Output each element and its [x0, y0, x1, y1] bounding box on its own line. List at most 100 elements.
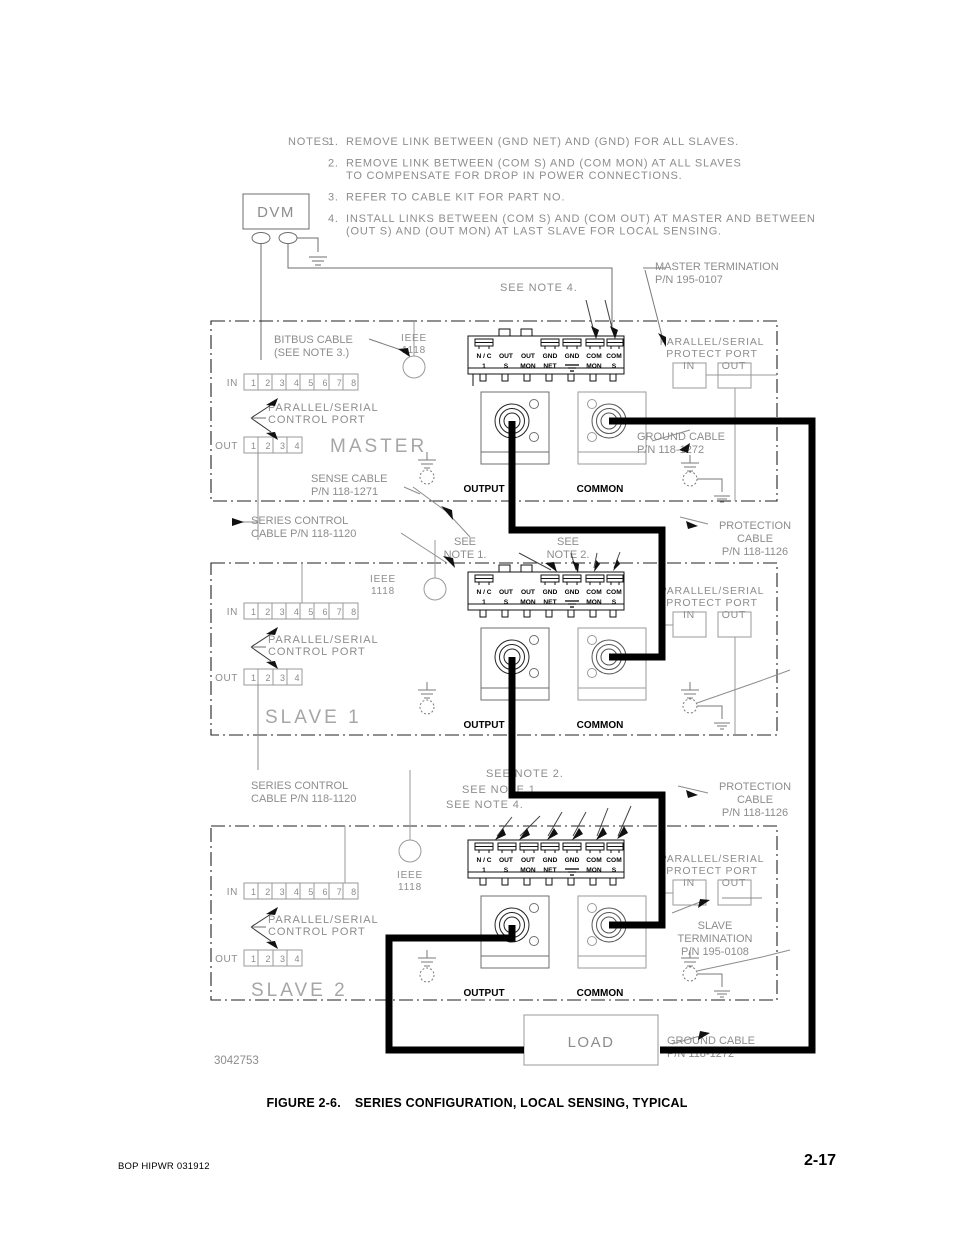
series-control-cable-callout: SERIES CONTROL — [251, 780, 348, 792]
master-out-pin: 3 — [280, 441, 285, 451]
slave2-out-pin: 3 — [280, 954, 285, 964]
sense-cable-callout: SENSE CABLE — [311, 473, 387, 485]
note-line: REMOVE LINK BETWEEN (COM S) AND (COM MON… — [346, 158, 742, 170]
series-control-cable-callout: CABLE P/N 118-1120 — [251, 793, 356, 805]
bitbus-cable-callout: BITBUS CABLE — [274, 334, 353, 346]
slave2-output-label: OUTPUT — [463, 988, 504, 999]
dvm-label: DVM — [257, 204, 295, 221]
slave2-terminal-top-label: GND — [543, 857, 558, 864]
slave1-in-pin: 5 — [308, 607, 313, 617]
master-terminal-bottom-label: MON — [586, 363, 602, 370]
protection-cable-callout: CABLE — [737, 533, 773, 545]
slave1-terminal-bottom-label: S — [504, 599, 509, 606]
note-number: 3. — [328, 192, 339, 204]
slave2-in-pin: 4 — [294, 887, 299, 897]
slave2-control-port-label: CONTROL PORT — [268, 926, 366, 938]
slave2-terminal-bottom-label: NET — [543, 867, 556, 874]
master-in-pin: 8 — [351, 378, 356, 388]
slave1-terminal-strip — [467, 551, 625, 618]
slave1-terminal-top-label: OUT — [521, 589, 535, 596]
slave2-in-pin: 3 — [280, 887, 285, 897]
see-note-2-callout: NOTE 2. — [547, 549, 590, 561]
see-note-4-callout: SEE NOTE 4. — [500, 282, 578, 294]
master-terminal-top-label: OUT — [499, 353, 513, 360]
slave1-in-pin: 4 — [294, 607, 299, 617]
slave2-terminal-top-label: GND — [565, 857, 580, 864]
slave1-ieee-label: 1118 — [371, 586, 395, 597]
slave1-terminal-top-label: GND — [565, 589, 580, 596]
slave1-in-pin: 1 — [251, 607, 256, 617]
slave2-terminal-top-label: COM — [606, 857, 622, 864]
protection-cable-callout: CABLE — [737, 794, 773, 806]
slave-termination-callout: TERMINATION — [678, 933, 753, 945]
master-terminal-top-label: N / C — [476, 353, 491, 360]
slave2-terminal-bottom-label: MON — [520, 867, 536, 874]
master-unit-name: MASTER — [330, 436, 427, 457]
slave1-terminal-top-label: OUT — [499, 589, 513, 596]
slave-termination-callout: SLAVE — [698, 920, 733, 932]
slave2-unit-name: SLAVE 2 — [251, 980, 348, 1001]
slave2-terminal-top-label: OUT — [521, 857, 535, 864]
slave2-terminal-top-label: OUT — [499, 857, 513, 864]
slave2-out-pin: 4 — [295, 954, 300, 964]
master-protect-port-label: PROTECT PORT — [666, 348, 757, 360]
slave1-out-pin: 4 — [295, 673, 300, 683]
slave1-control-port-label: CONTROL PORT — [268, 646, 366, 658]
figure-number: FIGURE 2-6. — [266, 1096, 341, 1110]
slave1-terminal-top-label: N / C — [476, 589, 491, 596]
slave1-terminal-bottom-label: S — [612, 599, 617, 606]
master-terminal-bottom-label: S — [612, 363, 617, 370]
slave1-in-pin: 8 — [351, 607, 356, 617]
load-label: LOAD — [568, 1034, 615, 1051]
slave1-ieee-label: IEEE — [370, 574, 396, 585]
figure-caption: FIGURE 2-6. SERIES CONFIGURATION, LOCAL S… — [0, 1096, 954, 1110]
master-control-port-label: PARALLEL/SERIAL — [268, 402, 379, 414]
master-protect-port-label: PARALLEL/SERIAL — [660, 336, 765, 348]
slave1-terminal-bottom-label: 1 — [482, 599, 486, 606]
master-common-label: COMMON — [577, 484, 624, 495]
slave2-in-pin: 5 — [308, 887, 313, 897]
master-terminal-bottom-label: MON — [520, 363, 536, 370]
slave2-control-port-label: PARALLEL/SERIAL — [268, 914, 379, 926]
series-control-cable-callout: CABLE P/N 118-1120 — [251, 528, 356, 540]
see-note-1-callout: SEE — [454, 536, 476, 548]
slave2-ieee-label: IEEE — [397, 870, 423, 881]
note-line: REFER TO CABLE KIT FOR PART NO. — [346, 192, 565, 204]
diagram-dynamic-text: DVMLOADN / C1OUTSOUTMONGNDNETGND COMMONCO… — [215, 204, 791, 1060]
slave1-control-port-label: PARALLEL/SERIAL — [268, 634, 379, 646]
slave1-in-pin: 3 — [280, 607, 285, 617]
master-in-pin: 5 — [308, 378, 313, 388]
master-output-label: OUTPUT — [463, 484, 504, 495]
slave1-protect-in-label: IN — [683, 609, 695, 621]
slave2-terminal-bottom-label: 1 — [482, 867, 486, 874]
figure-title: SERIES CONFIGURATION, LOCAL SENSING, TYP… — [354, 1096, 688, 1110]
master-in-pin: 4 — [294, 378, 299, 388]
slave2-terminal-bottom-label: MON — [586, 867, 602, 874]
master-out-pin: 2 — [266, 441, 271, 451]
slave2-out-label: OUT — [215, 954, 238, 965]
footer-document-id: BOP HIPWR 031912 — [118, 1161, 210, 1172]
sense-cable-callout: P/N 118-1271 — [311, 486, 378, 498]
slave2-in-pin: 8 — [351, 887, 356, 897]
master-terminal-strip — [467, 299, 625, 386]
see-note-2-callout: SEE NOTE 2. — [486, 768, 564, 780]
master-out-label: OUT — [215, 441, 238, 452]
note-line: TO COMPENSATE FOR DROP IN POWER CONNECTI… — [346, 170, 683, 182]
ground-cable-callout: GROUND CABLE — [667, 1035, 755, 1047]
master-terminal-top-label: COM — [606, 353, 622, 360]
master-out-pin: 4 — [295, 441, 300, 451]
master-terminal-bottom-label: 1 — [482, 363, 486, 370]
note-line: INSTALL LINKS BETWEEN (COM S) AND (COM O… — [346, 213, 816, 225]
master-terminal-top-label: COM — [586, 353, 602, 360]
bitbus-cable-callout: (SEE NOTE 3.) — [274, 347, 349, 359]
slave1-output-label: OUTPUT — [463, 720, 504, 731]
master-terminal-top-label: GND — [543, 353, 558, 360]
figure-page: NOTES: 1. REMOVE LINK BETWEEN (GND NET) AN… — [0, 0, 954, 1235]
protection-cable-callout: PROTECTION — [719, 781, 791, 793]
slave1-terminal-bottom-label: MON — [520, 599, 536, 606]
master-terminal-bottom-label: S — [504, 363, 509, 370]
slave1-out-label: OUT — [215, 673, 238, 684]
slave1-terminal-top-label: GND — [543, 589, 558, 596]
slave1-unit-name: SLAVE 1 — [265, 707, 362, 728]
slave2-out-pin: 2 — [266, 954, 271, 964]
